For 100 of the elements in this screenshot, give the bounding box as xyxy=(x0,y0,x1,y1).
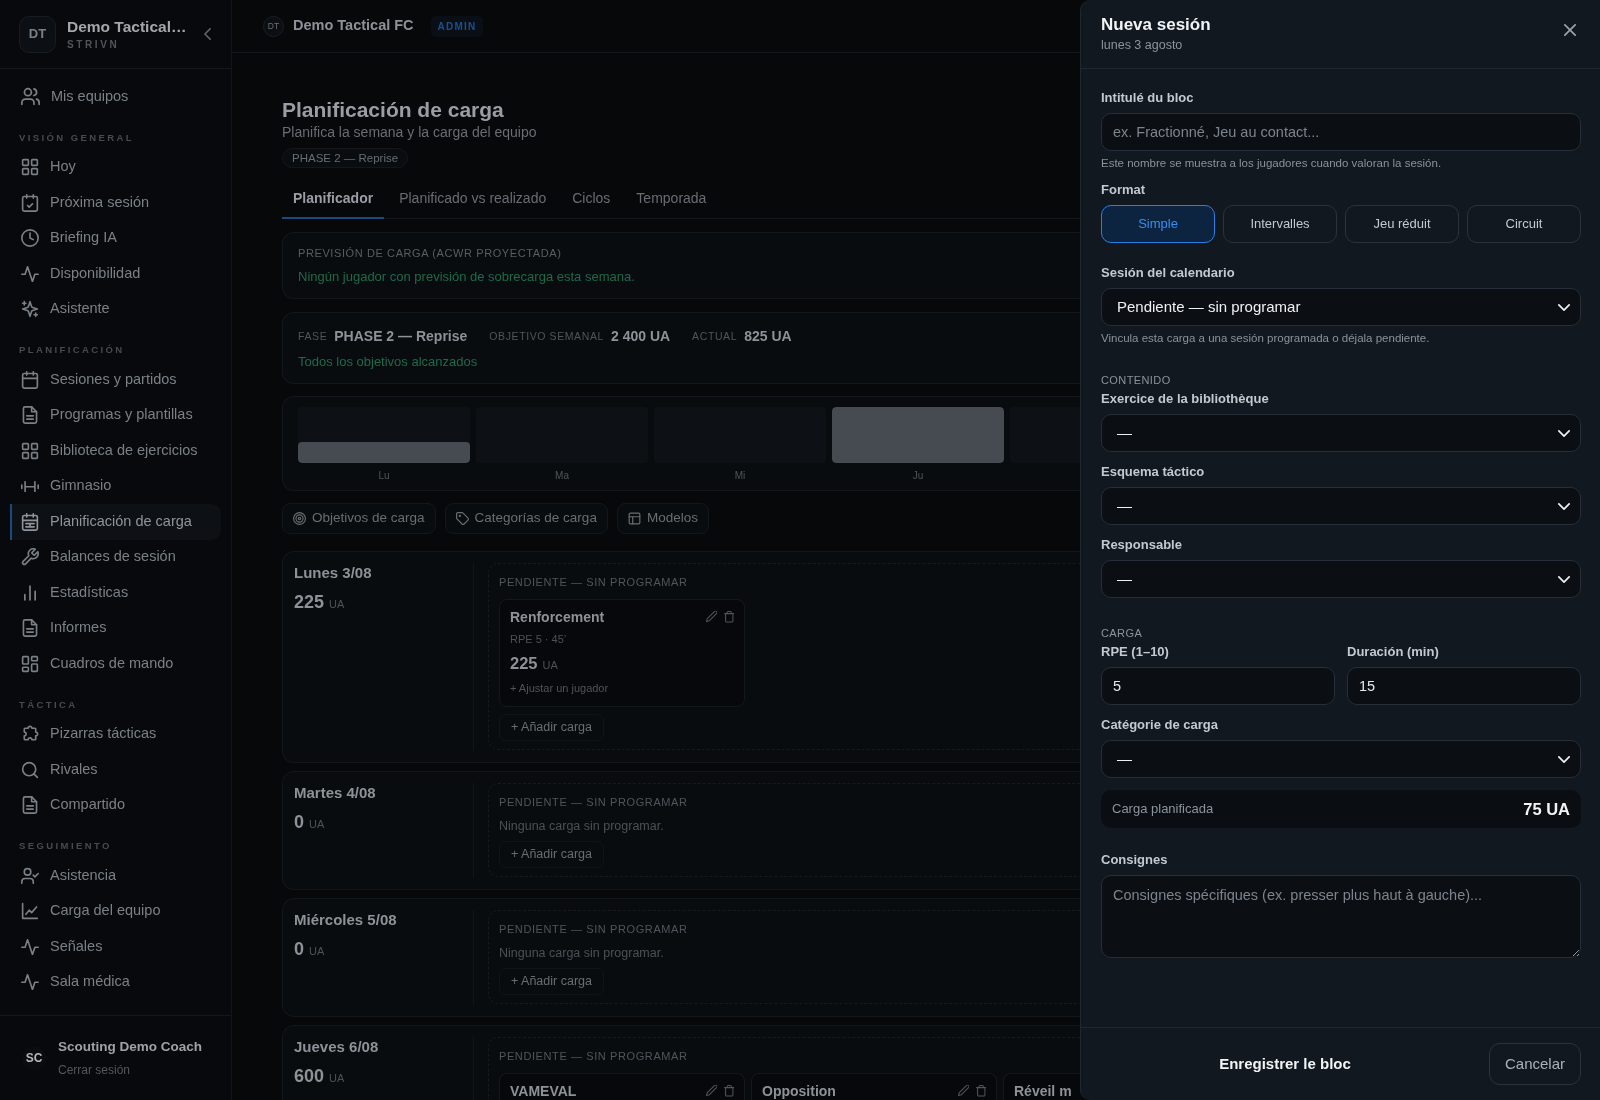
toolbar-button[interactable]: Modelos xyxy=(616,503,709,534)
nav-item[interactable]: Cuadros de mando xyxy=(10,646,221,682)
chevron-down-icon xyxy=(1558,575,1570,583)
day-label: Mi xyxy=(734,469,746,482)
chevron-down-icon xyxy=(1558,429,1570,437)
pulse-icon xyxy=(21,938,39,955)
adjust-link[interactable]: + Ajustar un jugador xyxy=(510,681,609,695)
field-label: RPE (1–10) xyxy=(1101,644,1169,660)
dropdown-field[interactable]: — xyxy=(1101,740,1581,778)
trash-icon[interactable] xyxy=(723,611,734,623)
group-heading: PENDIENTE — SIN PROGRAMAR xyxy=(499,575,688,589)
nav-item[interactable]: Señales xyxy=(10,929,221,965)
toolbar-button[interactable]: Categorías de carga xyxy=(444,503,608,534)
group-heading: PENDIENTE — SIN PROGRAMAR xyxy=(499,795,688,809)
nav-item[interactable]: Sala médica xyxy=(10,964,221,1000)
nav-item[interactable]: Compartido xyxy=(10,787,221,823)
chevron-down-icon xyxy=(1558,755,1570,763)
day-title: Miércoles 5/08 xyxy=(294,910,397,930)
nav-item[interactable]: Asistente xyxy=(10,291,221,327)
unit-label: UA xyxy=(329,597,345,612)
nav-item[interactable]: Informes xyxy=(10,610,221,646)
nav-item[interactable]: Gimnasio xyxy=(10,468,221,504)
stat-value: PHASE 2 — Reprise xyxy=(334,327,468,346)
load-title: Opposition xyxy=(762,1082,836,1100)
field-label: Intitulé du bloc xyxy=(1101,90,1194,106)
field-label: Format xyxy=(1101,182,1146,198)
field-label: Responsable xyxy=(1101,537,1182,553)
team-avatar: DT xyxy=(263,15,284,37)
nav-item[interactable]: Carga del equipo xyxy=(10,893,221,929)
dropdown-field[interactable]: Pendiente — sin programar xyxy=(1101,288,1581,326)
nav-item[interactable]: Sesiones y partidos xyxy=(10,362,221,398)
tag-icon xyxy=(455,512,469,525)
line-chart-icon xyxy=(21,902,39,921)
dropdown-field[interactable]: — xyxy=(1101,487,1581,525)
org-name: STRIVN xyxy=(67,39,120,51)
number-field[interactable]: 5 xyxy=(1101,667,1335,705)
nav-item[interactable]: Hoy xyxy=(10,149,221,185)
save-button[interactable]: Enregistrer le bloc xyxy=(1101,1043,1469,1085)
day-title: Martes 4/08 xyxy=(294,783,376,803)
add-load-button[interactable]: + Añadir carga xyxy=(499,968,604,995)
nav-item[interactable]: Pizarras tácticas xyxy=(10,716,221,752)
help-text: Este nombre se muestra a los jugadores cuando valoran la sesión. xyxy=(1101,156,1442,170)
nav-item[interactable]: Disponibilidad xyxy=(10,256,221,292)
stat-value: 825 UA xyxy=(744,327,792,346)
load-title: Renforcement xyxy=(510,608,605,626)
text-field[interactable]: ex. Fractionné, Jeu au contact... xyxy=(1101,113,1581,151)
tab[interactable]: Planificado vs realizado xyxy=(388,180,558,219)
total-label: Carga planificada xyxy=(1112,800,1214,819)
stat-label: ACTUAL xyxy=(692,329,738,344)
cancel-button[interactable]: Cancelar xyxy=(1488,1043,1581,1085)
empty-message: Ninguna carga sin programar. xyxy=(499,818,664,834)
pencil-icon[interactable] xyxy=(705,1085,717,1096)
day-label: Ma xyxy=(555,469,569,482)
nav-item[interactable]: Programas y plantillas xyxy=(10,397,221,433)
dropdown-field[interactable]: — xyxy=(1101,414,1581,452)
field-label: Duración (min) xyxy=(1347,644,1439,660)
close-icon xyxy=(1564,24,1576,36)
tab[interactable]: Planificador xyxy=(282,180,385,219)
layout-icon xyxy=(627,512,641,525)
nav-item[interactable]: Planificación de carga xyxy=(10,504,221,540)
nav-item[interactable]: Biblioteca de ejercicios xyxy=(10,433,221,469)
format-option[interactable]: Circuit xyxy=(1467,205,1581,243)
field-label: Consignes xyxy=(1101,852,1168,868)
calendar-icon xyxy=(21,370,39,389)
dropdown-field[interactable]: — xyxy=(1101,560,1581,598)
magnifier-icon xyxy=(21,760,39,779)
nav-item[interactable]: Asistencia xyxy=(10,858,221,894)
format-option[interactable]: Intervalles xyxy=(1223,205,1337,243)
grid-icon xyxy=(21,158,39,177)
help-text: Vincula esta carga a una sesión programada o déjala pendiente. xyxy=(1101,331,1430,345)
nav-item[interactable]: Rivales xyxy=(10,752,221,788)
add-load-button[interactable]: + Añadir carga xyxy=(499,841,604,868)
puzzle-icon xyxy=(21,725,39,744)
trash-icon[interactable] xyxy=(975,1085,986,1097)
pencil-icon[interactable] xyxy=(705,611,717,622)
tab[interactable]: Ciclos xyxy=(561,180,622,219)
nav-item[interactable]: Estadísticas xyxy=(10,575,221,611)
add-load-button[interactable]: + Añadir carga xyxy=(499,714,604,741)
toolbar-button[interactable]: Objetivos de carga xyxy=(282,503,436,534)
textarea-field[interactable]: Consignes spécifiques (ex. presser plus haut à gauche)... xyxy=(1101,875,1581,958)
nav-item[interactable]: Próxima sesión xyxy=(10,185,221,221)
calendar-check-icon xyxy=(21,193,39,212)
format-option[interactable]: Simple xyxy=(1101,205,1215,243)
collapse-button[interactable] xyxy=(202,26,213,42)
format-option[interactable]: Jeu réduit xyxy=(1345,205,1459,243)
nav-item[interactable]: Balances de sesión xyxy=(10,539,221,575)
status-message: Todos los objetivos alcanzados xyxy=(298,354,478,370)
nav-item[interactable]: Mis equipos xyxy=(10,79,221,115)
tab[interactable]: Temporada xyxy=(625,180,718,219)
calendar-icon xyxy=(21,512,39,531)
logout-link[interactable]: Cerrar sesión xyxy=(58,1063,131,1078)
nav-item[interactable]: Briefing IA xyxy=(10,220,221,256)
number-field[interactable]: 15 xyxy=(1347,667,1581,705)
trash-icon[interactable] xyxy=(723,1085,734,1097)
chevron-left-icon xyxy=(204,28,211,40)
pencil-icon[interactable] xyxy=(957,1085,969,1096)
document-icon xyxy=(21,619,39,638)
day-total: 0 xyxy=(294,938,304,960)
empty-message: Ninguna carga sin programar. xyxy=(499,945,664,961)
unit-label: UA xyxy=(309,944,325,959)
